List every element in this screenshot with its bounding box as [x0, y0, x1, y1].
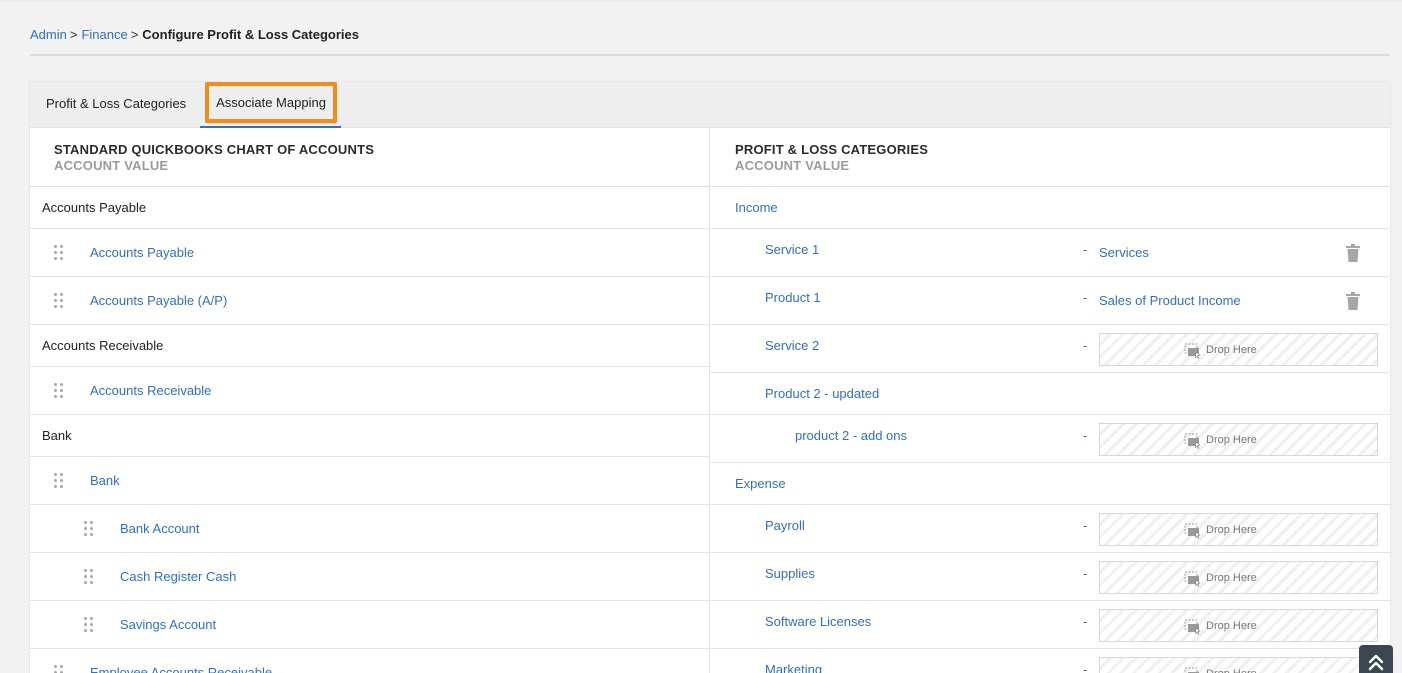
account-label[interactable]: Accounts Receivable — [90, 367, 211, 414]
pl-mapping-row: Supplies - Drop Here — [711, 553, 1390, 601]
pl-categories-list: Income Service 1- Services Product 1- Sales … — [711, 187, 1390, 673]
pl-subcategory-label[interactable]: Product 1 — [765, 277, 821, 319]
drag-handle-icon[interactable] — [84, 569, 94, 585]
tab-profit-loss-categories[interactable]: Profit & Loss Categories — [46, 82, 186, 128]
drag-handle-icon[interactable] — [84, 521, 94, 537]
account-group-header: Accounts Payable — [30, 187, 709, 229]
pl-subcategory-row: Product 2 - updated — [711, 373, 1390, 415]
breadcrumb-separator: > — [69, 27, 78, 42]
drop-zone[interactable]: Drop Here — [1099, 609, 1378, 642]
pl-category-label[interactable]: Income — [735, 187, 778, 229]
tab-associate-mapping[interactable]: Associate Mapping — [200, 82, 341, 128]
drop-zone[interactable]: Drop Here — [1099, 561, 1378, 594]
pl-subcategory-label[interactable]: Payroll — [765, 505, 805, 547]
account-label[interactable]: Accounts Payable (A/P) — [90, 277, 227, 324]
quickbooks-accounts-list: Accounts Payable Accounts Payable Accounts… — [30, 187, 709, 673]
pl-mapping-row: product 2 - add ons - Drop Here — [711, 415, 1390, 463]
pl-category-header: Income — [711, 187, 1390, 229]
account-row[interactable]: Accounts Receivable — [30, 367, 709, 415]
account-label[interactable]: Bank — [90, 457, 120, 504]
mapping-panel: Profit & Loss Categories Associate Mappi… — [30, 82, 1390, 673]
pl-mapping-row: Marketing - Drop Here — [711, 649, 1390, 673]
tab-associate-mapping-label: Associate Mapping — [205, 82, 337, 123]
pl-subcategory-label[interactable]: Marketing — [765, 649, 822, 673]
account-row[interactable]: Accounts Payable — [30, 229, 709, 277]
account-row[interactable]: Employee Accounts Receivable — [30, 649, 709, 673]
top-edge — [0, 0, 1402, 2]
column-title: STANDARD QUICKBOOKS CHART OF ACCOUNTS — [54, 142, 375, 157]
drag-handle-icon[interactable] — [54, 383, 64, 399]
account-group-header: Bank — [30, 415, 709, 457]
account-label[interactable]: Cash Register Cash — [120, 553, 236, 600]
double-chevron-up-icon — [1368, 654, 1384, 671]
drop-zone-label: Drop Here — [1206, 524, 1257, 536]
account-label[interactable]: Bank Account — [120, 505, 200, 552]
drop-zone-label: Drop Here — [1206, 434, 1257, 446]
trash-icon[interactable] — [1346, 244, 1360, 262]
mapping-separator: - — [1083, 518, 1088, 533]
mapped-account-label[interactable]: Services — [1099, 229, 1149, 277]
drop-zone[interactable]: Drop Here — [1099, 333, 1378, 366]
breadcrumb-divider — [30, 54, 1390, 56]
column-title: PROFIT & LOSS CATEGORIES — [735, 142, 929, 157]
account-row[interactable]: Cash Register Cash — [30, 553, 709, 601]
mapping-separator: - — [1083, 290, 1088, 305]
pl-subcategory-label[interactable]: Service 1 — [765, 229, 819, 271]
pl-mapping-row: Payroll - Drop Here — [711, 505, 1390, 553]
account-label[interactable]: Accounts Payable — [90, 229, 194, 276]
scroll-to-top-button[interactable] — [1359, 645, 1393, 673]
drag-handle-icon[interactable] — [54, 245, 64, 261]
pl-mapping-row: Software Licenses - Drop Here — [711, 601, 1390, 649]
breadcrumb-admin[interactable]: Admin — [30, 27, 67, 42]
drop-zone-label: Drop Here — [1206, 667, 1257, 673]
column-subtitle: ACCOUNT VALUE — [735, 158, 850, 173]
mapping-separator: - — [1083, 242, 1088, 257]
pl-subcategory-label[interactable]: Product 2 - updated — [765, 373, 879, 415]
pl-subcategory-label[interactable]: Software Licenses — [765, 601, 871, 643]
account-row[interactable]: Savings Account — [30, 601, 709, 649]
drop-zone[interactable]: Drop Here — [1099, 513, 1378, 546]
pl-subcategory-label[interactable]: Supplies — [765, 553, 815, 595]
pl-categories-header: PROFIT & LOSS CATEGORIES ACCOUNT VALUE — [711, 128, 1390, 187]
breadcrumb: Admin > Finance > Configure Profit & Loss Ca… — [30, 27, 359, 43]
mapping-separator: - — [1083, 428, 1088, 443]
pl-category-label[interactable]: Expense — [735, 463, 786, 505]
drag-handle-icon[interactable] — [54, 293, 64, 309]
tab-bar: Profit & Loss Categories Associate Mappi… — [30, 82, 1390, 128]
drop-zone[interactable]: Drop Here — [1099, 657, 1378, 673]
account-row[interactable]: Bank — [30, 457, 709, 505]
account-row[interactable]: Accounts Payable (A/P) — [30, 277, 709, 325]
mapped-account-label[interactable]: Sales of Product Income — [1099, 277, 1241, 325]
drop-zone-label: Drop Here — [1206, 344, 1257, 356]
drag-handle-icon[interactable] — [54, 665, 64, 673]
column-subtitle: ACCOUNT VALUE — [54, 158, 169, 173]
pl-mapping-row: Product 1 - Sales of Product Income — [711, 277, 1390, 325]
mapping-separator: - — [1083, 338, 1088, 353]
trash-icon[interactable] — [1346, 292, 1360, 310]
account-group-header: Accounts Receivable — [30, 325, 709, 367]
drop-zone-label: Drop Here — [1206, 572, 1257, 584]
pl-categories-column: PROFIT & LOSS CATEGORIES ACCOUNT VALUE I… — [711, 128, 1390, 673]
drag-handle-icon[interactable] — [84, 617, 94, 633]
quickbooks-accounts-column: STANDARD QUICKBOOKS CHART OF ACCOUNTS AC… — [30, 128, 710, 673]
drop-zone-label: Drop Here — [1206, 620, 1257, 632]
pl-category-header: Expense — [711, 463, 1390, 505]
pl-subcategory-label[interactable]: Service 2 — [765, 325, 819, 367]
drop-zone[interactable]: Drop Here — [1099, 423, 1378, 456]
pl-subcategory-label[interactable]: product 2 - add ons — [795, 415, 907, 457]
pl-mapping-row: Service 1 - Services — [711, 229, 1390, 277]
account-row[interactable]: Bank Account — [30, 505, 709, 553]
mapping-separator: - — [1083, 662, 1088, 673]
pl-mapping-row: Service 2 - Drop Here — [711, 325, 1390, 373]
account-label[interactable]: Employee Accounts Receivable — [90, 649, 272, 673]
mapping-separator: - — [1083, 566, 1088, 581]
drag-handle-icon[interactable] — [54, 473, 64, 489]
breadcrumb-separator: > — [130, 27, 139, 42]
account-label[interactable]: Savings Account — [120, 601, 216, 648]
breadcrumb-finance[interactable]: Finance — [81, 27, 127, 42]
mapping-separator: - — [1083, 614, 1088, 629]
breadcrumb-current: Configure Profit & Loss Categories — [142, 27, 359, 42]
quickbooks-accounts-header: STANDARD QUICKBOOKS CHART OF ACCOUNTS AC… — [30, 128, 709, 187]
